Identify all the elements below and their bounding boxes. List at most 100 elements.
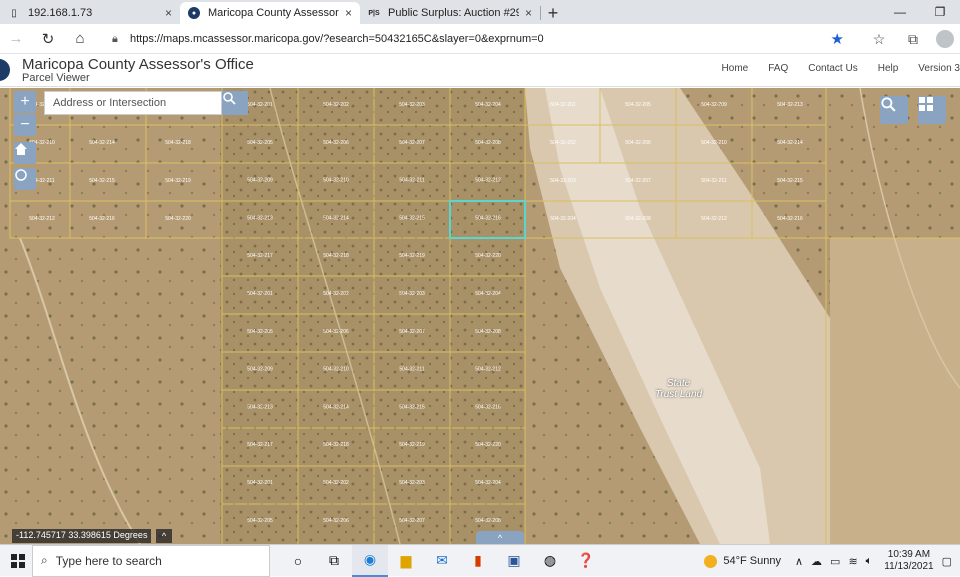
- parcel-label: 504-32-209: [247, 178, 273, 184]
- notification-icon[interactable]: ▢: [942, 555, 952, 568]
- parcel-label: 504-32-212: [475, 367, 501, 373]
- parcel-label: 504-32-216: [475, 404, 501, 410]
- parcel-label: 504-32-217: [247, 253, 273, 259]
- nav-faq[interactable]: FAQ: [768, 63, 788, 74]
- taskbar-search-input[interactable]: ⌕ Type here to search: [32, 544, 270, 577]
- collections-icon[interactable]: ⧉: [896, 31, 930, 48]
- parcel-label: 504-32-202: [323, 480, 349, 486]
- parcel-label: 504-32-215: [399, 215, 425, 221]
- nav-contact[interactable]: Contact Us: [808, 63, 857, 74]
- lock-icon[interactable]: 🔒︎: [112, 33, 130, 46]
- new-tab-button[interactable]: +: [541, 2, 565, 24]
- parcel-label: 504-32-203: [399, 480, 425, 486]
- coordinate-toggle-button[interactable]: ^: [156, 529, 172, 543]
- browser-toolbar: → ↻ ⌂ 🔒︎ https://maps.mcassessor.maricop…: [0, 24, 960, 54]
- parcel-label: 504-32-203: [399, 291, 425, 297]
- parcel-label: 504-32-216: [777, 216, 803, 222]
- parcel-label: 504-32-212: [701, 216, 727, 222]
- mail-icon[interactable]: ✉: [424, 545, 460, 577]
- office-icon[interactable]: ▮: [460, 545, 496, 577]
- zoom-in-button[interactable]: +: [14, 91, 36, 113]
- cloud-icon[interactable]: ☁: [811, 555, 822, 568]
- helper-icon[interactable]: ❓: [568, 545, 604, 577]
- browser-tab-bar: ▯ 192.168.1.73 × ● Maricopa County Asses…: [0, 0, 960, 24]
- tab-label: Public Surplus: Auction #291838: [388, 7, 519, 19]
- parcel-label: 504-32-204: [550, 216, 576, 222]
- tab-label: 192.168.1.73: [28, 7, 93, 19]
- chevron-up-icon[interactable]: ∧: [795, 555, 803, 568]
- parcel-label: 504-32-219: [399, 442, 425, 448]
- volume-icon[interactable]: 🔈︎: [866, 555, 873, 568]
- parcel-label: 504-32-220: [475, 253, 501, 259]
- parcel-label: 504-32-209: [247, 367, 273, 373]
- home-button[interactable]: ⌂: [64, 24, 96, 54]
- address-bar[interactable]: 🔒︎ https://maps.mcassessor.maricopa.gov/…: [112, 27, 852, 51]
- parcel-label: 504-32-212: [29, 216, 55, 222]
- nav-home[interactable]: Home: [722, 63, 749, 74]
- parcel-label: 504-32-205: [247, 140, 273, 146]
- tab-public-surplus[interactable]: P|S Public Surplus: Auction #291838 ×: [360, 2, 540, 24]
- clock[interactable]: 10:39 AM 11/13/2021: [884, 549, 933, 573]
- grid-icon: [919, 97, 933, 111]
- refresh-button[interactable]: ↻: [32, 24, 64, 54]
- parcel-label: 504-32-211: [399, 178, 424, 184]
- url-text[interactable]: https://maps.mcassessor.maricopa.gov/?es…: [130, 33, 544, 45]
- nav-version[interactable]: Version 3: [918, 63, 960, 74]
- close-icon[interactable]: ×: [525, 6, 532, 20]
- parcel-label: 504-32-213: [247, 215, 273, 221]
- parcel-label: 504-32-208: [475, 140, 501, 146]
- parcel-label: 504-32-204: [475, 480, 501, 486]
- search-button[interactable]: [222, 91, 248, 115]
- avatar[interactable]: [936, 30, 954, 48]
- locate-button[interactable]: [14, 168, 36, 190]
- parcel-label: 504-32-206: [625, 140, 651, 146]
- close-icon[interactable]: ×: [345, 6, 352, 20]
- weather-text[interactable]: 54°F Sunny: [723, 555, 781, 567]
- parcel-label: 504-32-212: [475, 178, 501, 184]
- nav-help[interactable]: Help: [878, 63, 899, 74]
- back-button[interactable]: →: [0, 24, 32, 54]
- parcel-label: 504-32-202: [323, 102, 349, 108]
- minimize-icon[interactable]: —: [880, 0, 920, 24]
- parcel-label: 504-32-220: [475, 442, 501, 448]
- file-explorer-icon[interactable]: ▆: [388, 545, 424, 577]
- zoom-out-button[interactable]: −: [14, 114, 36, 136]
- parcel-label: 504-32-208: [475, 518, 501, 524]
- cortana-icon[interactable]: ○: [280, 545, 316, 577]
- system-tray: 54°F Sunny ∧ ☁ ▭ ≋ 🔈︎ 10:39 AM 11/13/202…: [704, 545, 960, 577]
- locate-icon: [15, 169, 27, 181]
- pinned-apps: ○ ⧉ ◉ ▆ ✉ ▮ ▣ ◍ ❓: [280, 544, 604, 577]
- wifi-icon[interactable]: ≋: [848, 555, 857, 568]
- network-icon[interactable]: ▭: [830, 555, 840, 568]
- favorite-star-icon[interactable]: ★: [831, 30, 844, 48]
- address-search-input[interactable]: Address or Intersection: [44, 91, 222, 115]
- close-icon[interactable]: ×: [165, 6, 172, 20]
- ps-icon: P|S: [368, 9, 380, 17]
- restore-icon[interactable]: ❐: [920, 0, 960, 24]
- parcel-label: 504-32-207: [399, 518, 425, 524]
- tab-assessor[interactable]: ● Maricopa County Assessor's Offi ×: [180, 2, 360, 24]
- parcel-label: 504-32-219: [165, 178, 191, 184]
- favorites-icon[interactable]: ☆: [862, 31, 896, 48]
- home-icon: [15, 143, 27, 155]
- parcel-label: 504-32-207: [399, 140, 425, 146]
- task-view-icon[interactable]: ⧉: [316, 545, 352, 577]
- parcel-label: 504-32-218: [165, 140, 191, 146]
- parcel-label: 504-32-208: [625, 216, 651, 222]
- panel-collapse-button[interactable]: ^: [476, 531, 524, 544]
- parcel-label: 504-32-202: [550, 140, 576, 146]
- basemap-gallery-button[interactable]: [918, 96, 946, 124]
- browser-icon[interactable]: ◍: [532, 545, 568, 577]
- edge-icon[interactable]: ◉: [352, 544, 388, 577]
- parcel-label: 504-32-211: [399, 367, 424, 373]
- map-search-button[interactable]: [880, 96, 908, 124]
- parcel-map[interactable]: 504-32-201 504-32-202 504-32-203 504-32-204…: [0, 88, 960, 544]
- parcel-label: 504-32-213: [247, 404, 273, 410]
- parcel-label: 504-32-214: [323, 215, 349, 221]
- page-icon: ▯: [11, 7, 17, 19]
- clock-date: 11/13/2021: [884, 561, 934, 572]
- app-icon[interactable]: ▣: [496, 545, 532, 577]
- start-button[interactable]: [8, 545, 28, 577]
- home-extent-button[interactable]: [14, 142, 36, 164]
- tab-router[interactable]: ▯ 192.168.1.73 ×: [0, 2, 180, 24]
